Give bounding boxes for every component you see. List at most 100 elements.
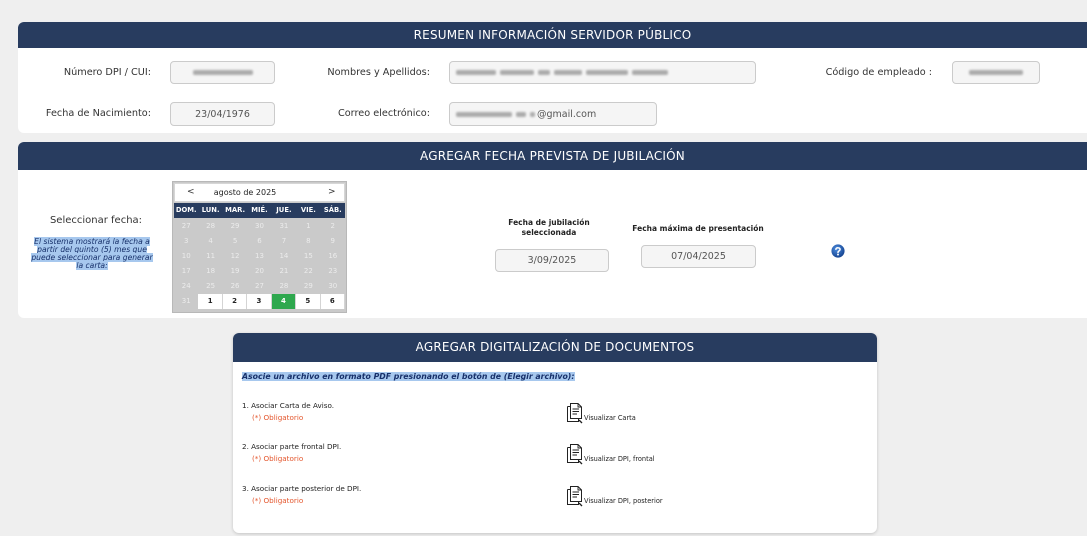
calendar-day[interactable]: 2 xyxy=(222,294,248,309)
calendar-weekday: JUE. xyxy=(276,206,292,214)
view-carta-link[interactable]: Visualizar Carta xyxy=(566,402,686,424)
calendar-day[interactable]: 1 xyxy=(198,294,223,309)
birth-date-field[interactable]: 23/04/1976 xyxy=(170,102,275,126)
view-link-label[interactable]: Visualizar DPI, posterior xyxy=(584,497,663,506)
calendar-day: 2 xyxy=(330,222,336,230)
email-field[interactable]: @gmail.com xyxy=(449,102,657,126)
names-label: Nombres y Apellidos: xyxy=(327,67,430,78)
retirement-panel: AGREGAR FECHA PREVISTA DE JUBILACIÓN Sel… xyxy=(18,142,1087,318)
required-marker: (*) Obligatorio xyxy=(252,413,304,422)
employee-code-field[interactable] xyxy=(952,61,1040,84)
calendar-nav: < agosto de 2025 > xyxy=(174,183,345,202)
select-date-label: Seleccionar fecha: xyxy=(49,215,143,226)
calendar-weekday: MIÉ. xyxy=(251,206,268,214)
summary-panel: RESUMEN INFORMACIÓN SERVIDOR PÚBLICO Núm… xyxy=(18,22,1087,133)
documents-instruction: Asocie un archivo en formato PDF presion… xyxy=(242,372,575,382)
calendar-day: 31 xyxy=(181,297,191,305)
calendar-prev-button[interactable]: < xyxy=(187,184,195,201)
calendar-day: 27 xyxy=(181,222,191,230)
calendar-day: 20 xyxy=(255,267,264,275)
calendar-day: 29 xyxy=(303,282,313,290)
calendar-day[interactable]: 5 xyxy=(296,294,321,309)
redacted-text xyxy=(969,70,1023,75)
birth-date-value: 23/04/1976 xyxy=(195,108,250,120)
redacted-text xyxy=(456,111,535,117)
documents-header: AGREGAR DIGITALIZACIÓN DE DOCUMENTOS xyxy=(233,333,877,362)
calendar-day[interactable]: 6 xyxy=(320,294,345,309)
selected-date-label: Fecha de jubilación seleccionada xyxy=(508,218,590,237)
document-item-label: 2. Asociar parte frontal DPI. xyxy=(242,442,342,451)
view-dpi-front-link[interactable]: Visualizar DPI, frontal xyxy=(566,443,686,465)
calendar-day: 31 xyxy=(279,222,289,230)
selected-date-field[interactable]: 3/09/2025 xyxy=(495,249,609,272)
calendar-weekday: SÁB. xyxy=(323,206,342,214)
dpi-label: Número DPI / CUI: xyxy=(63,67,151,78)
selected-date-value: 3/09/2025 xyxy=(527,255,577,266)
calendar-weekday: VIE. xyxy=(300,206,316,214)
calendar-day: 16 xyxy=(328,252,338,260)
calendar-day: 7 xyxy=(281,237,287,245)
calendar-day[interactable]: 3 xyxy=(247,294,272,309)
calendar-day: 26 xyxy=(230,282,240,290)
calendar-day-grid: 27 28 29 30 31 1 2 3 4 5 6 7 8 9 10 11 12 13 14 15 16 17 18 19 2… xyxy=(174,219,345,309)
retirement-title: AGREGAR FECHA PREVISTA DE JUBILACIÓN xyxy=(420,149,685,163)
view-link-label[interactable]: Visualizar DPI, frontal xyxy=(584,455,655,464)
required-marker: (*) Obligatorio xyxy=(252,496,304,505)
question-circle-icon[interactable] xyxy=(831,243,845,258)
names-field[interactable] xyxy=(449,61,756,84)
calendar-day: 27 xyxy=(255,282,264,290)
calendar-day: 5 xyxy=(232,237,238,245)
document-view-icon[interactable] xyxy=(566,443,583,465)
calendar-day: 30 xyxy=(328,282,338,290)
date-info-note: El sistema mostrará la fecha a partir de… xyxy=(29,237,155,270)
max-date-field[interactable]: 07/04/2025 xyxy=(641,245,756,268)
calendar-day: 11 xyxy=(206,252,216,260)
calendar-day: 6 xyxy=(257,237,262,245)
calendar-day: 29 xyxy=(230,222,240,230)
documents-instruction-text: Asocie un archivo en formato PDF presion… xyxy=(242,372,575,381)
max-date-value: 07/04/2025 xyxy=(671,251,726,262)
summary-header: RESUMEN INFORMACIÓN SERVIDOR PÚBLICO xyxy=(18,22,1087,48)
calendar-day-selected[interactable]: 4 xyxy=(271,294,297,309)
calendar-day: 10 xyxy=(181,252,191,260)
calendar-day: 21 xyxy=(279,267,289,275)
redacted-text xyxy=(456,70,668,75)
document-item-label: 1. Asociar Carta de Aviso. xyxy=(242,401,334,410)
calendar-day: 4 xyxy=(208,237,213,245)
calendar-day: 17 xyxy=(181,267,191,275)
calendar-weekday-row: DOM. LUN. MAR. MIÉ. JUE. VIE. SÁB. xyxy=(174,203,345,218)
calendar-day: 9 xyxy=(330,237,336,245)
document-view-icon[interactable] xyxy=(566,485,583,507)
calendar-day: 30 xyxy=(255,222,264,230)
calendar-next-button[interactable]: > xyxy=(328,184,336,201)
calendar-month-label: agosto de 2025 xyxy=(213,188,277,197)
calendar-weekday: LUN. xyxy=(201,206,220,214)
calendar-day: 24 xyxy=(181,282,191,290)
calendar-day: 13 xyxy=(255,252,264,260)
calendar-day: 12 xyxy=(230,252,240,260)
view-dpi-back-link[interactable]: Visualizar DPI, posterior xyxy=(566,485,686,507)
document-item-dpi-back: 3. Asociar parte posterior de DPI. (*) O… xyxy=(242,484,862,520)
calendar-day: 8 xyxy=(306,237,311,245)
email-label: Correo electrónico: xyxy=(337,108,430,119)
required-marker: (*) Obligatorio xyxy=(252,454,304,463)
calendar-day: 19 xyxy=(230,267,240,275)
date-picker-calendar[interactable]: < agosto de 2025 > DOM. LUN. MAR. MIÉ. JUE. V… xyxy=(172,181,347,313)
documents-panel: AGREGAR DIGITALIZACIÓN DE DOCUMENTOS Aso… xyxy=(233,333,877,533)
calendar-day: 25 xyxy=(206,282,216,290)
document-view-icon[interactable] xyxy=(566,402,583,424)
view-link-label[interactable]: Visualizar Carta xyxy=(584,414,636,423)
calendar-weekday: MAR. xyxy=(225,206,246,214)
dpi-field[interactable] xyxy=(170,61,275,84)
calendar-day: 28 xyxy=(279,282,289,290)
document-item-carta: 1. Asociar Carta de Aviso. (*) Obligator… xyxy=(242,401,862,437)
calendar-day: 14 xyxy=(279,252,289,260)
documents-title: AGREGAR DIGITALIZACIÓN DE DOCUMENTOS xyxy=(415,340,695,354)
document-item-dpi-front: 2. Asociar parte frontal DPI. (*) Obliga… xyxy=(242,442,862,478)
email-domain-value: @gmail.com xyxy=(537,108,597,120)
summary-title: RESUMEN INFORMACIÓN SERVIDOR PÚBLICO xyxy=(413,28,692,42)
birth-date-label: Fecha de Nacimiento: xyxy=(45,108,151,119)
retirement-header: AGREGAR FECHA PREVISTA DE JUBILACIÓN xyxy=(18,142,1087,170)
calendar-day: 23 xyxy=(328,267,338,275)
redacted-text xyxy=(192,70,253,75)
